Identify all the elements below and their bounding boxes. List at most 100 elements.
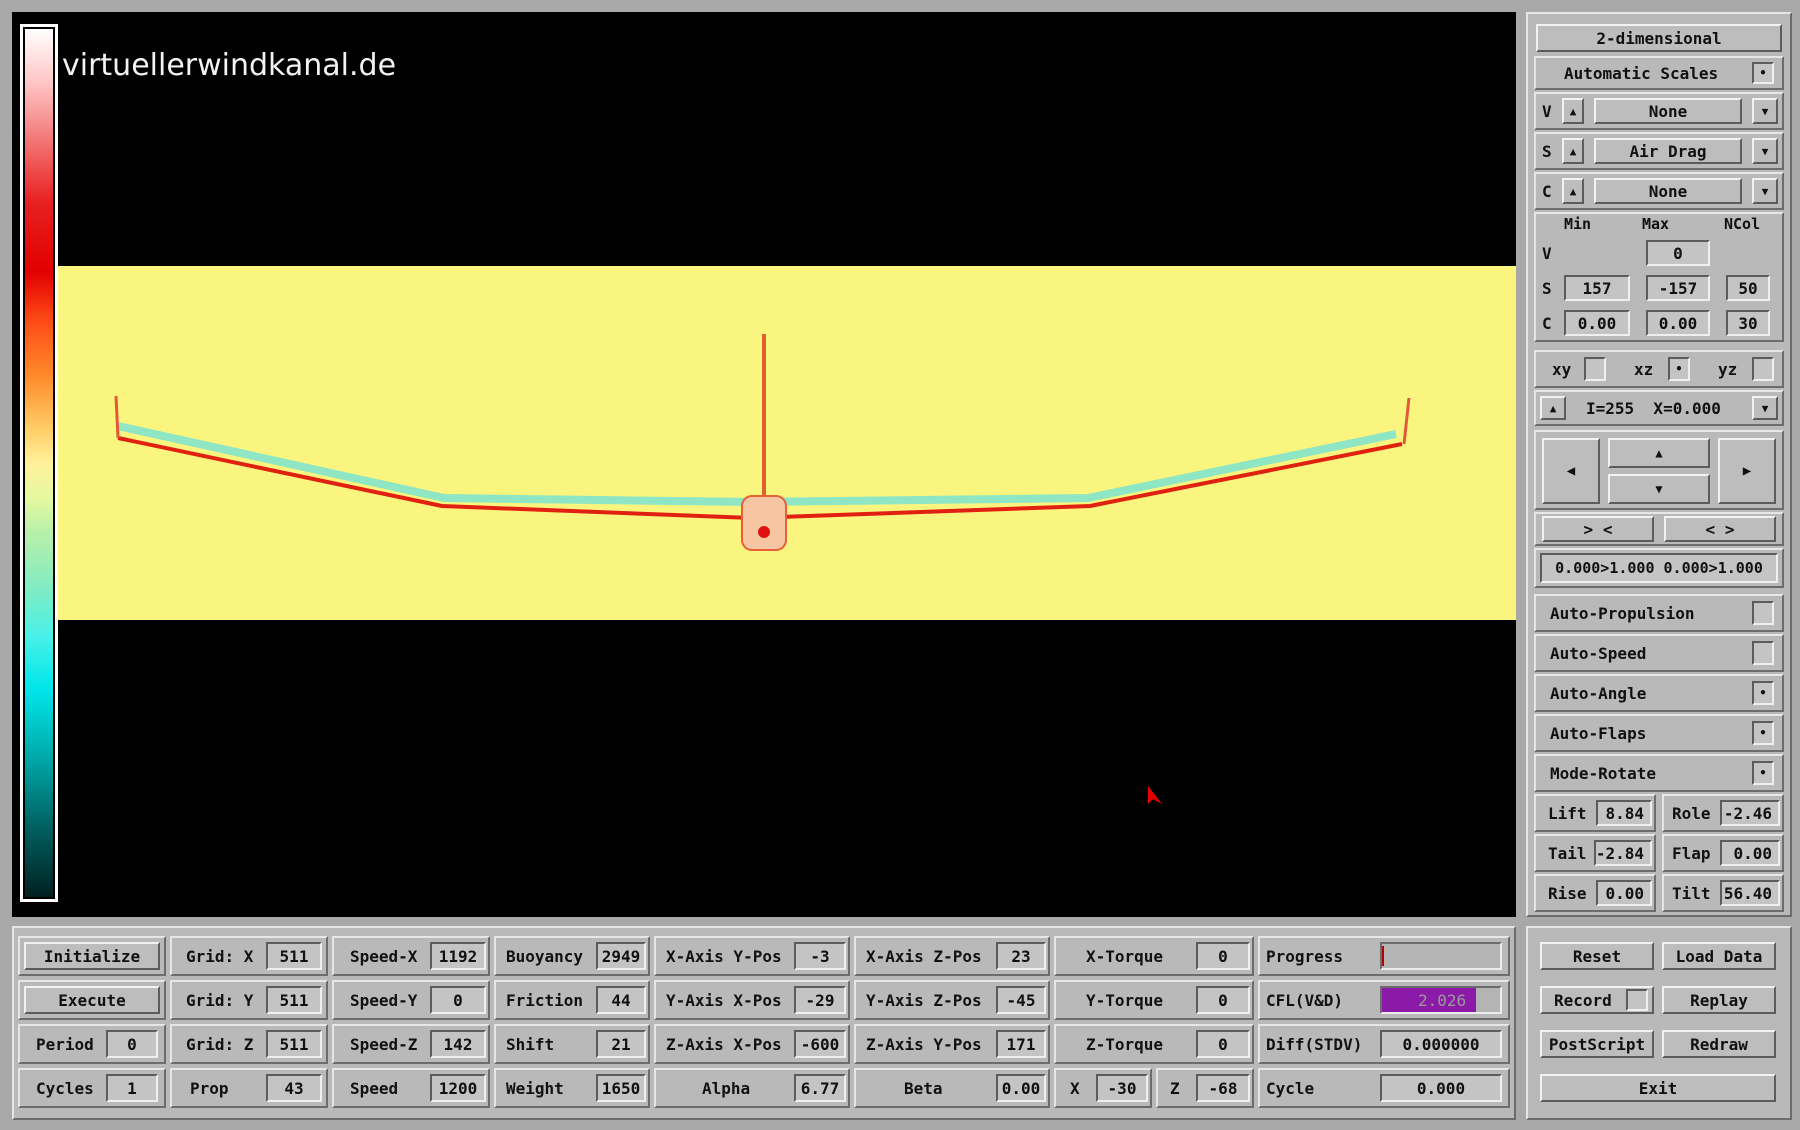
c-selector-value[interactable]: None (1594, 178, 1742, 204)
y-torque-field[interactable]: 0 (1196, 986, 1250, 1014)
period-field[interactable]: 0 (106, 1030, 158, 1058)
lift-label: Lift (1548, 803, 1587, 823)
replay-button[interactable]: Replay (1662, 986, 1776, 1014)
speed-field[interactable]: 1200 (430, 1074, 486, 1102)
s-selector-up-button[interactable]: ▲ (1562, 138, 1584, 164)
tilt-field[interactable]: 56.40 (1720, 880, 1780, 906)
auto-speed-checkbox[interactable] (1752, 641, 1774, 665)
execute-button[interactable]: Execute (24, 986, 160, 1014)
c-selector-up-button[interactable]: ▲ (1562, 178, 1584, 204)
speed-x-label: Speed-X (350, 946, 418, 966)
flap-field[interactable]: 0.00 (1720, 840, 1780, 866)
x-axis-y-pos-field[interactable]: -3 (794, 942, 846, 970)
rise-field[interactable]: 0.00 (1596, 880, 1652, 906)
load-data-button[interactable]: Load Data (1662, 942, 1776, 970)
v-selector-down-button[interactable]: ▼ (1752, 98, 1778, 124)
diff-field[interactable]: 0.000000 (1380, 1030, 1502, 1058)
speed-z-field[interactable]: 142 (430, 1030, 486, 1058)
shift-field[interactable]: 21 (596, 1030, 646, 1058)
s-selector-down-button[interactable]: ▼ (1752, 138, 1778, 164)
zoom-out-button[interactable]: < > (1664, 516, 1776, 542)
plane-xy-checkbox[interactable] (1584, 357, 1606, 381)
grid-z-field[interactable]: 511 (266, 1030, 322, 1058)
s-max-field[interactable]: -157 (1646, 275, 1710, 301)
beta-field[interactable]: 0.00 (996, 1074, 1046, 1102)
pos-x-field[interactable]: -30 (1096, 1074, 1148, 1102)
s-min-field[interactable]: 157 (1564, 275, 1630, 301)
grid-y-field[interactable]: 511 (266, 986, 322, 1014)
record-checkbox[interactable] (1626, 989, 1648, 1011)
z-torque-field[interactable]: 0 (1196, 1030, 1250, 1058)
y-axis-z-pos-field[interactable]: -45 (996, 986, 1046, 1014)
friction-field[interactable]: 44 (596, 986, 646, 1014)
auto-scales-checkbox[interactable]: • (1752, 62, 1774, 84)
pan-up-button[interactable]: ▲ (1608, 438, 1710, 468)
speed-y-label: Speed-Y (350, 990, 418, 1010)
c-min-field[interactable]: 0.00 (1564, 310, 1630, 336)
range-display-field[interactable]: 0.000>1.000 0.000>1.000 (1540, 553, 1778, 583)
postscript-button[interactable]: PostScript (1540, 1030, 1654, 1058)
grid-x-field[interactable]: 511 (266, 942, 322, 970)
render-viewport[interactable]: virtuellerwindkanal.de (12, 12, 1516, 917)
s-selector-value[interactable]: Air Drag (1594, 138, 1742, 164)
z-axis-y-pos-label: Z-Axis Y-Pos (866, 1034, 982, 1054)
pan-right-button[interactable]: ▶ (1718, 438, 1776, 504)
mode-rotate-checkbox[interactable]: • (1752, 761, 1774, 785)
period-label: Period (36, 1034, 94, 1054)
plane-xz-label: xz (1634, 359, 1654, 379)
buoyancy-field[interactable]: 2949 (596, 942, 646, 970)
weight-label: Weight (506, 1078, 564, 1098)
tail-field[interactable]: -2.84 (1594, 840, 1652, 866)
auto-flaps-checkbox[interactable]: • (1752, 721, 1774, 745)
speed-x-field[interactable]: 1192 (430, 942, 486, 970)
c-ncol-field[interactable]: 30 (1726, 310, 1770, 336)
slice-up-button[interactable]: ▲ (1540, 396, 1566, 420)
y-axis-x-pos-label: Y-Axis X-Pos (666, 990, 782, 1010)
lift-field[interactable]: 8.84 (1596, 800, 1652, 826)
initialize-button[interactable]: Initialize (24, 942, 160, 970)
mode-2d-button[interactable]: 2-dimensional (1536, 24, 1782, 52)
v-max-field[interactable]: 0 (1646, 240, 1710, 266)
mouse-pointer (1148, 786, 1162, 804)
plane-selector-row (1534, 350, 1784, 388)
redraw-button[interactable]: Redraw (1662, 1030, 1776, 1058)
progress-bar-start-marker (1382, 946, 1384, 966)
y-torque-label: Y-Torque (1086, 990, 1164, 1010)
row-v-label: V (1542, 243, 1552, 263)
v-selector-up-button[interactable]: ▲ (1562, 98, 1584, 124)
cycles-field[interactable]: 1 (106, 1074, 158, 1102)
alpha-field[interactable]: 6.77 (794, 1074, 846, 1102)
speed-y-field[interactable]: 0 (430, 986, 486, 1014)
z-axis-y-pos-field[interactable]: 171 (996, 1030, 1046, 1058)
x-axis-z-pos-field[interactable]: 23 (996, 942, 1046, 970)
prop-field[interactable]: 43 (266, 1074, 322, 1102)
cycle-field[interactable]: 0.000 (1380, 1074, 1502, 1102)
role-field[interactable]: -2.46 (1720, 800, 1780, 826)
friction-label: Friction (506, 990, 584, 1010)
c-selector-label: C (1542, 181, 1552, 201)
reset-button[interactable]: Reset (1540, 942, 1654, 970)
pan-down-button[interactable]: ▼ (1608, 474, 1710, 504)
auto-angle-checkbox[interactable]: • (1752, 681, 1774, 705)
speed-label: Speed (350, 1078, 399, 1098)
plane-yz-checkbox[interactable] (1752, 357, 1774, 381)
grid-y-label: Grid: Y (186, 990, 254, 1010)
exit-button[interactable]: Exit (1540, 1074, 1776, 1102)
plane-xz-checkbox[interactable]: • (1668, 357, 1690, 381)
progress-bar (1380, 942, 1502, 970)
c-selector-down-button[interactable]: ▼ (1752, 178, 1778, 204)
slice-down-button[interactable]: ▼ (1752, 396, 1778, 420)
c-max-field[interactable]: 0.00 (1646, 310, 1710, 336)
zoom-in-button[interactable]: > < (1542, 516, 1654, 542)
v-selector-value[interactable]: None (1594, 98, 1742, 124)
s-ncol-field[interactable]: 50 (1726, 275, 1770, 301)
auto-propulsion-checkbox[interactable] (1752, 601, 1774, 625)
v-selector-label: V (1542, 101, 1552, 121)
weight-field[interactable]: 1650 (596, 1074, 646, 1102)
z-axis-x-pos-field[interactable]: -600 (794, 1030, 846, 1058)
x-torque-field[interactable]: 0 (1196, 942, 1250, 970)
y-axis-x-pos-field[interactable]: -29 (794, 986, 846, 1014)
alpha-label: Alpha (702, 1078, 751, 1098)
pan-left-button[interactable]: ◀ (1542, 438, 1600, 504)
pos-z-field[interactable]: -68 (1196, 1074, 1250, 1102)
